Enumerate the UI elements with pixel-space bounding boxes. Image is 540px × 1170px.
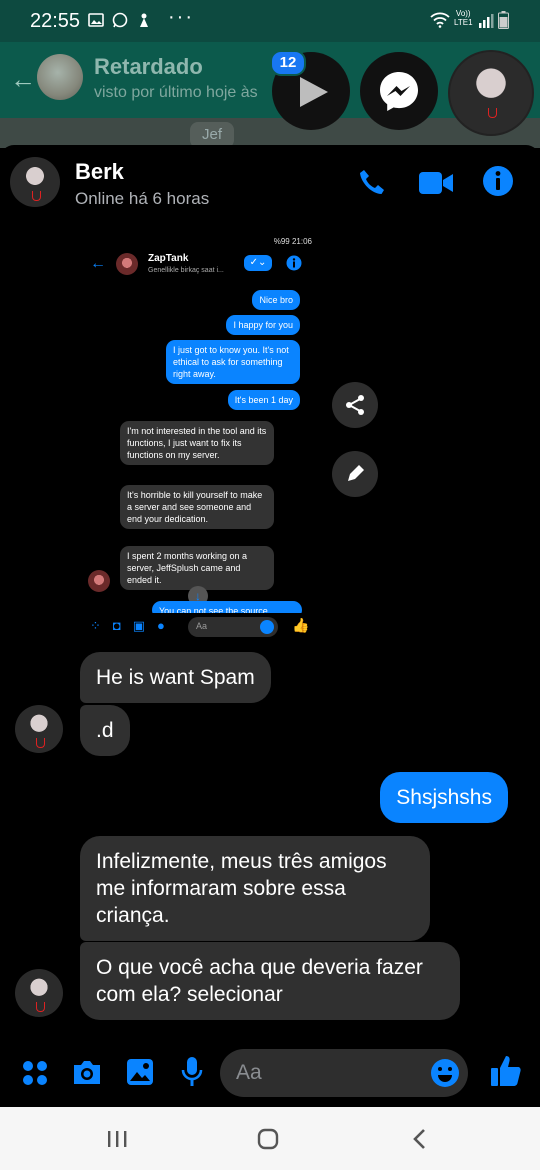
more-actions-icon[interactable] xyxy=(22,1060,48,1086)
more-notifications-icon: ··· xyxy=(168,6,194,28)
message-input-placeholder: Aa xyxy=(236,1061,262,1084)
wifi-icon xyxy=(430,12,450,28)
gallery-icon[interactable] xyxy=(126,1058,154,1086)
chat-head-berk[interactable] xyxy=(448,50,534,136)
whatsapp-contact-name[interactable]: Retardado xyxy=(94,54,203,80)
screenshot-bubble-mine: I happy for you xyxy=(226,315,300,335)
chat-head-messenger[interactable] xyxy=(360,52,438,130)
screenshot-bubble-theirs: I'm not interested in the tool and its f… xyxy=(120,421,274,465)
screenshot-avatar xyxy=(116,253,138,275)
battery-icon xyxy=(498,11,509,29)
camera-icon[interactable] xyxy=(71,1058,103,1086)
messenger-conversation: Berk Online há 6 horas %99 21:06 ← ZapTa… xyxy=(0,145,540,1107)
screenshot-emoji-icon xyxy=(260,620,274,634)
message-bubble[interactable]: O que você acha que deveria fazer com el… xyxy=(80,942,460,1020)
microphone-icon[interactable] xyxy=(180,1056,204,1088)
whatsapp-notification-icon xyxy=(112,12,128,28)
contact-status: Online há 6 horas xyxy=(75,189,210,208)
screenshot-input-placeholder: Aa xyxy=(196,621,208,631)
sender-avatar[interactable] xyxy=(15,705,63,753)
screenshot-info-icon xyxy=(286,255,302,271)
app-notification-icon xyxy=(140,13,148,27)
shared-screenshot-image[interactable]: %99 21:06 ← ZapTank Genellikle birkaç sa… xyxy=(78,235,318,645)
back-arrow-icon[interactable]: ← xyxy=(10,64,36,95)
network-type-label: Vo)) LTE1 xyxy=(454,9,473,27)
share-icon xyxy=(346,395,364,415)
screenshot-bubble-mine: I just got to know you. It's not ethical… xyxy=(166,340,300,384)
screenshot-like-icon: 👍 xyxy=(292,617,310,633)
message-bubble[interactable]: He is want Spam xyxy=(80,652,271,703)
message-bubble[interactable]: Infelizmente, meus três amigos me inform… xyxy=(80,836,430,941)
avatar[interactable] xyxy=(37,54,83,100)
home-icon[interactable] xyxy=(256,1127,280,1151)
last-seen-text: visto por último hoje às xyxy=(94,84,258,101)
edit-button[interactable] xyxy=(332,451,378,497)
info-icon[interactable] xyxy=(482,165,514,197)
screenshot-bubble-mine: It's been 1 day xyxy=(227,390,300,410)
messenger-icon xyxy=(380,72,418,111)
screenshot-bubble-mine: Nice bro xyxy=(252,290,300,310)
message-composer: Aa xyxy=(0,1040,540,1107)
status-bar: 22:55 ··· Vo)) LTE1 xyxy=(0,0,540,42)
pencil-icon xyxy=(348,465,364,481)
contact-name[interactable]: Berk xyxy=(75,159,124,185)
sender-avatar[interactable] xyxy=(15,969,63,1017)
screenshot-composer-icons: ⁘◘▣● xyxy=(90,618,177,633)
screenshot-back-icon: ← xyxy=(90,255,106,272)
screenshot-sender-avatar xyxy=(88,570,110,592)
unread-count-badge: 12 xyxy=(270,50,306,76)
message-input[interactable]: Aa xyxy=(220,1049,468,1097)
screenshot-input: Aa xyxy=(188,617,278,637)
message-bubble-mine[interactable]: Shsjshshs xyxy=(380,772,508,823)
screenshot-check-icon: ✓⌄ xyxy=(244,255,272,271)
video-call-icon[interactable] xyxy=(418,169,454,197)
share-button[interactable] xyxy=(332,382,378,428)
screenshot-title: ZapTank xyxy=(148,253,189,264)
signal-icon xyxy=(479,14,494,28)
back-icon[interactable] xyxy=(410,1127,428,1151)
screenshot-bubble-theirs: It's horrible to kill yourself to make a… xyxy=(120,485,274,529)
recent-apps-icon[interactable] xyxy=(106,1129,128,1149)
emoji-icon[interactable] xyxy=(430,1058,460,1088)
screenshot-bubble-theirs: I spent 2 months working on a server, Je… xyxy=(120,546,274,590)
contact-avatar[interactable] xyxy=(10,157,60,207)
gallery-notification-icon xyxy=(88,13,104,27)
status-time: 22:55 xyxy=(30,10,81,32)
play-icon xyxy=(300,77,328,107)
phone-call-icon[interactable] xyxy=(356,167,388,199)
android-navigation-bar xyxy=(0,1107,540,1170)
screenshot-subtitle: Genellikle birkaç saat i... xyxy=(148,267,224,274)
message-bubble[interactable]: .d xyxy=(80,705,130,756)
screenshot-composer: ⁘◘▣● Aa 👍 xyxy=(78,613,318,645)
screenshot-status-text: %99 21:06 xyxy=(273,237,312,246)
thumbs-up-icon[interactable] xyxy=(490,1054,522,1088)
